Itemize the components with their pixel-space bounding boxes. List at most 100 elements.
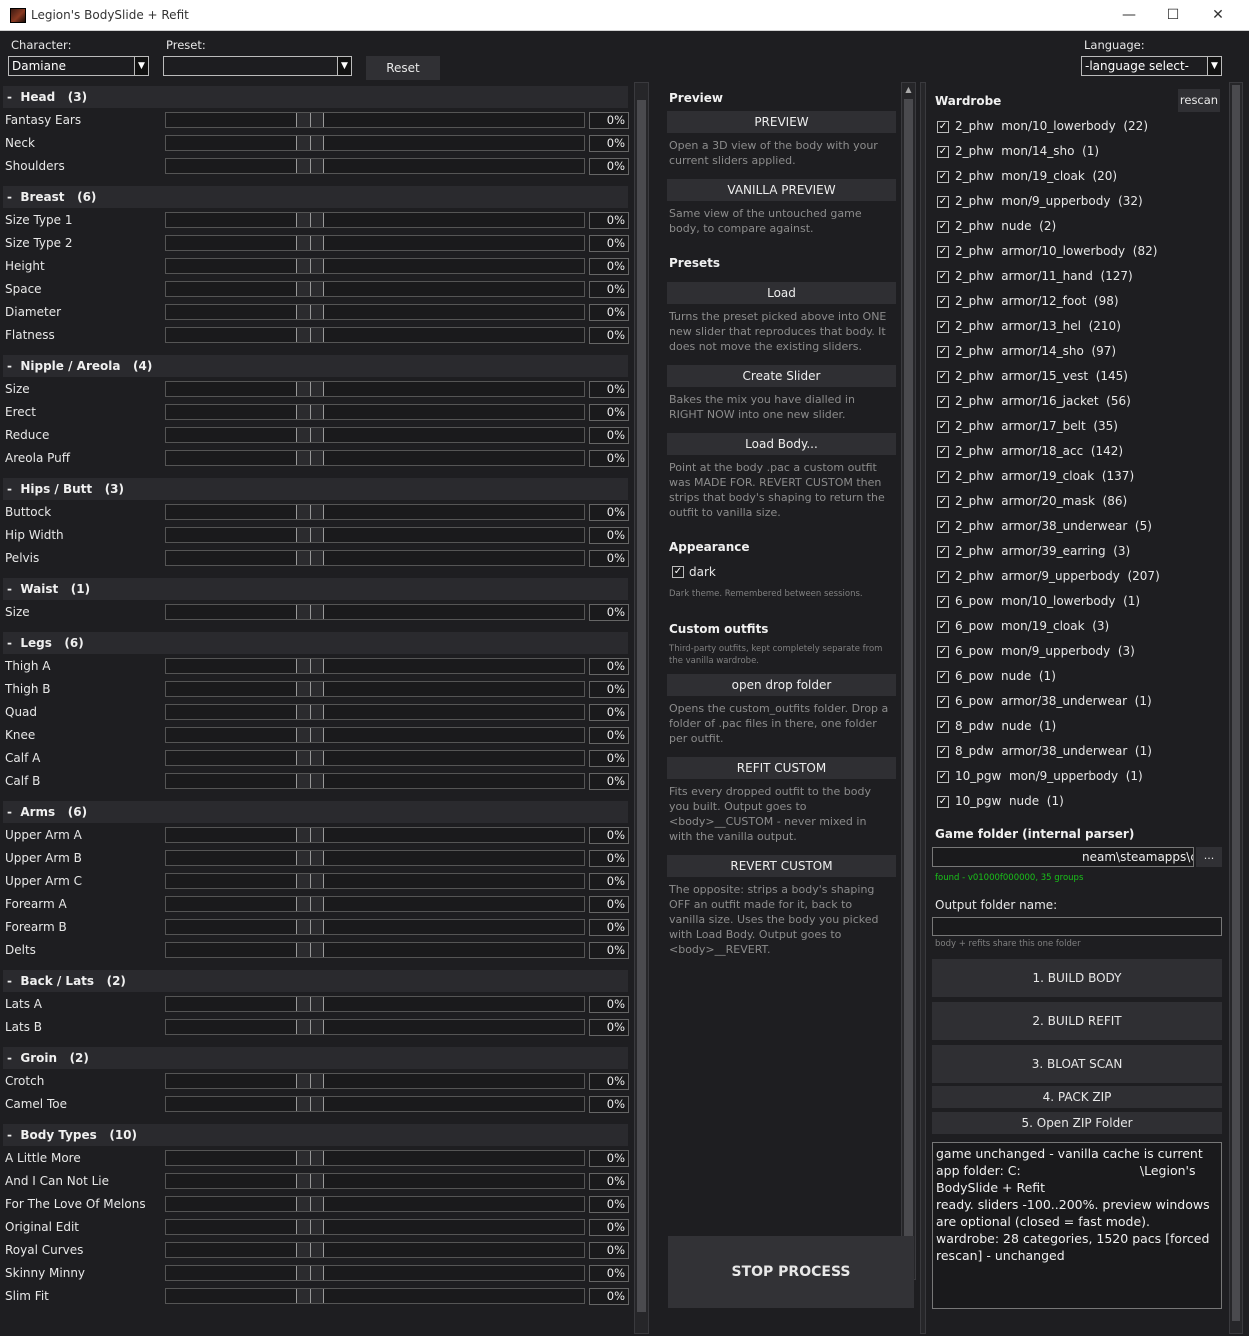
wardrobe-scrollbar[interactable] [1229, 82, 1243, 1334]
wardrobe-item-checkbox[interactable]: ✓ [937, 296, 949, 308]
wardrobe-item-checkbox[interactable]: ✓ [937, 246, 949, 258]
slider-track[interactable] [165, 1219, 585, 1235]
slider-value-input[interactable]: 0% [589, 1019, 629, 1036]
slider-track[interactable] [165, 1288, 585, 1304]
slider-value-input[interactable]: 0% [589, 681, 629, 698]
slider-track[interactable] [165, 427, 585, 443]
preset-select[interactable]: ▼ [163, 56, 352, 76]
wardrobe-item-checkbox[interactable]: ✓ [937, 696, 949, 708]
wardrobe-item-checkbox[interactable]: ✓ [937, 446, 949, 458]
slider-handle[interactable] [296, 213, 324, 227]
slider-handle[interactable] [296, 136, 324, 150]
wardrobe-item-checkbox[interactable]: ✓ [937, 396, 949, 408]
wardrobe-item-checkbox[interactable]: ✓ [937, 121, 949, 133]
preview-button[interactable]: PREVIEW [667, 111, 896, 133]
slider-value-input[interactable]: 0% [589, 1265, 629, 1282]
slider-handle[interactable] [296, 997, 324, 1011]
open-zip-folder-button[interactable]: 5. Open ZIP Folder [932, 1112, 1222, 1134]
slider-handle[interactable] [296, 328, 324, 342]
slider-track[interactable] [165, 381, 585, 397]
section-header[interactable]: - Waist (1) [3, 578, 628, 600]
slider-handle[interactable] [296, 528, 324, 542]
section-header[interactable]: - Legs (6) [3, 632, 628, 654]
slider-handle[interactable] [296, 1151, 324, 1165]
stop-process-button[interactable]: STOP PROCESS [668, 1236, 914, 1308]
slider-handle[interactable] [296, 1097, 324, 1111]
slider-handle[interactable] [296, 159, 324, 173]
load-button[interactable]: Load [667, 282, 896, 304]
slider-value-input[interactable]: 0% [589, 1242, 629, 1259]
slider-track[interactable] [165, 727, 585, 743]
slider-value-input[interactable]: 0% [589, 427, 629, 444]
slider-handle[interactable] [296, 405, 324, 419]
slider-value-input[interactable]: 0% [589, 527, 629, 544]
slider-track[interactable] [165, 327, 585, 343]
wardrobe-item-checkbox[interactable]: ✓ [937, 521, 949, 533]
slider-value-input[interactable]: 0% [589, 112, 629, 129]
slider-handle[interactable] [296, 305, 324, 319]
slider-handle[interactable] [296, 505, 324, 519]
slider-track[interactable] [165, 704, 585, 720]
slider-handle[interactable] [296, 682, 324, 696]
slider-handle[interactable] [296, 828, 324, 842]
slider-handle[interactable] [296, 236, 324, 250]
slider-value-input[interactable]: 0% [589, 1196, 629, 1213]
section-header[interactable]: - Nipple / Areola (4) [3, 355, 628, 377]
slider-value-input[interactable]: 0% [589, 281, 629, 298]
section-header[interactable]: - Body Types (10) [3, 1124, 628, 1146]
slider-value-input[interactable]: 0% [589, 212, 629, 229]
slider-track[interactable] [165, 850, 585, 866]
slider-track[interactable] [165, 527, 585, 543]
slider-track[interactable] [165, 404, 585, 420]
slider-handle[interactable] [296, 774, 324, 788]
slider-handle[interactable] [296, 920, 324, 934]
slider-handle[interactable] [296, 551, 324, 565]
character-select[interactable]: Damiane ▼ [8, 56, 149, 76]
slider-value-input[interactable]: 0% [589, 942, 629, 959]
slider-track[interactable] [165, 212, 585, 228]
slider-track[interactable] [165, 604, 585, 620]
slider-track[interactable] [165, 304, 585, 320]
pack-zip-button[interactable]: 4. PACK ZIP [932, 1086, 1222, 1108]
slider-handle[interactable] [296, 428, 324, 442]
slider-handle[interactable] [296, 1220, 324, 1234]
slider-value-input[interactable]: 0% [589, 1096, 629, 1113]
revert-custom-button[interactable]: REVERT CUSTOM [667, 855, 896, 877]
wardrobe-item-checkbox[interactable]: ✓ [937, 721, 949, 733]
slider-value-input[interactable]: 0% [589, 1173, 629, 1190]
slider-track[interactable] [165, 919, 585, 935]
section-header[interactable]: - Hips / Butt (3) [3, 478, 628, 500]
slider-track[interactable] [165, 681, 585, 697]
slider-track[interactable] [165, 1265, 585, 1281]
slider-value-input[interactable]: 0% [589, 381, 629, 398]
minimize-button[interactable]: — [1106, 0, 1152, 31]
slider-handle[interactable] [296, 1243, 324, 1257]
section-header[interactable]: - Breast (6) [3, 186, 628, 208]
slider-value-input[interactable]: 0% [589, 504, 629, 521]
slider-handle[interactable] [296, 1020, 324, 1034]
slider-track[interactable] [165, 827, 585, 843]
slider-handle[interactable] [296, 851, 324, 865]
slider-track[interactable] [165, 1073, 585, 1089]
slider-value-input[interactable]: 0% [589, 750, 629, 767]
vanilla-preview-button[interactable]: VANILLA PREVIEW [667, 179, 896, 201]
slider-scrollbar[interactable] [634, 82, 649, 1334]
slider-track[interactable] [165, 873, 585, 889]
slider-handle[interactable] [296, 728, 324, 742]
scroll-up-icon[interactable]: ▲ [902, 83, 915, 97]
close-button[interactable]: ✕ [1195, 0, 1241, 31]
refit-custom-button[interactable]: REFIT CUSTOM [667, 757, 896, 779]
wardrobe-item-checkbox[interactable]: ✓ [937, 171, 949, 183]
wardrobe-item-checkbox[interactable]: ✓ [937, 646, 949, 658]
reset-sliders-button[interactable]: Reset Sliders [366, 56, 440, 99]
scrollbar-thumb[interactable] [904, 99, 913, 1263]
slider-value-input[interactable]: 0% [589, 327, 629, 344]
slider-handle[interactable] [296, 259, 324, 273]
scrollbar-thumb[interactable] [637, 100, 646, 1312]
section-header[interactable]: - Head (3) [3, 86, 628, 108]
slider-track[interactable] [165, 1173, 585, 1189]
wardrobe-item-checkbox[interactable]: ✓ [937, 221, 949, 233]
slider-value-input[interactable]: 0% [589, 896, 629, 913]
wardrobe-item-checkbox[interactable]: ✓ [937, 571, 949, 583]
slider-handle[interactable] [296, 897, 324, 911]
